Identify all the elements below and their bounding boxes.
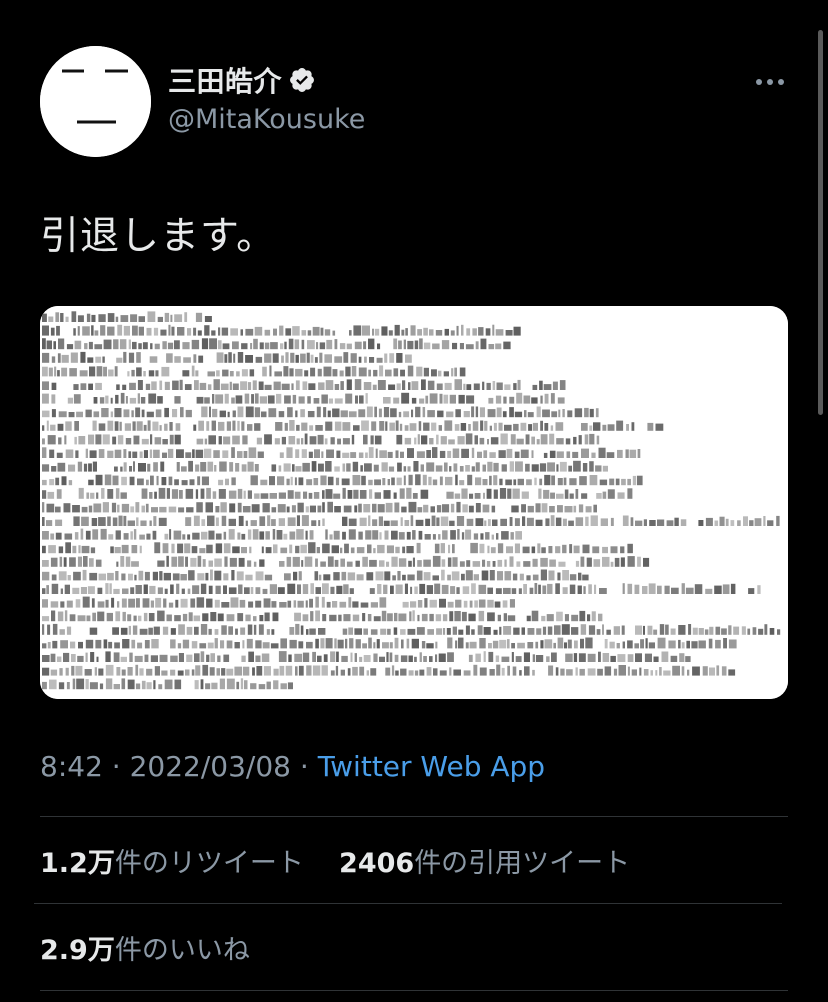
tweet-source-link[interactable]: Twitter Web App xyxy=(318,750,545,783)
retweet-label: 件のリツイート xyxy=(114,848,304,879)
verified-badge-icon xyxy=(288,66,316,94)
stats-row-likes: 2.9万件のいいね xyxy=(40,928,250,967)
retweet-count: 1.2 xyxy=(40,848,88,879)
scrollbar[interactable] xyxy=(818,30,823,415)
tweet-meta: 8:42 · 2022/03/08 · Twitter Web App xyxy=(40,750,545,783)
like-label: 件のいいね xyxy=(114,935,250,966)
author-name-row[interactable]: 三田皓介 xyxy=(168,60,316,100)
meta-separator: · xyxy=(102,750,130,783)
stats-row-shares: 1.2万件のリツイート 2406件の引用ツイート xyxy=(40,841,630,880)
display-name[interactable]: 三田皓介 xyxy=(168,60,282,100)
divider xyxy=(40,990,788,991)
divider xyxy=(34,903,782,904)
like-count: 2.9 xyxy=(40,935,88,966)
more-options-icon[interactable] xyxy=(752,66,788,98)
quote-label: 件の引用ツイート xyxy=(414,848,631,879)
quote-count: 2406 xyxy=(339,848,415,879)
tweet-media-image[interactable] xyxy=(40,306,788,699)
tweet-date: 2022/03/08 xyxy=(129,750,291,783)
tweet-text: 引退します。 xyxy=(40,214,277,259)
like-count-unit: 万 xyxy=(87,935,115,966)
meta-separator: · xyxy=(290,750,318,783)
retweets-stat[interactable]: 1.2万件のリツイート xyxy=(40,848,304,879)
avatar-face-icon xyxy=(40,46,151,157)
text-screenshot-image xyxy=(40,306,788,699)
tweet-time: 8:42 xyxy=(40,750,103,783)
quote-tweets-stat[interactable]: 2406件の引用ツイート xyxy=(339,848,630,879)
likes-stat[interactable]: 2.9万件のいいね xyxy=(40,935,250,966)
author-handle[interactable]: @MitaKousuke xyxy=(168,104,365,135)
divider xyxy=(40,816,788,817)
retweet-count-unit: 万 xyxy=(87,848,115,879)
avatar[interactable] xyxy=(40,46,151,157)
